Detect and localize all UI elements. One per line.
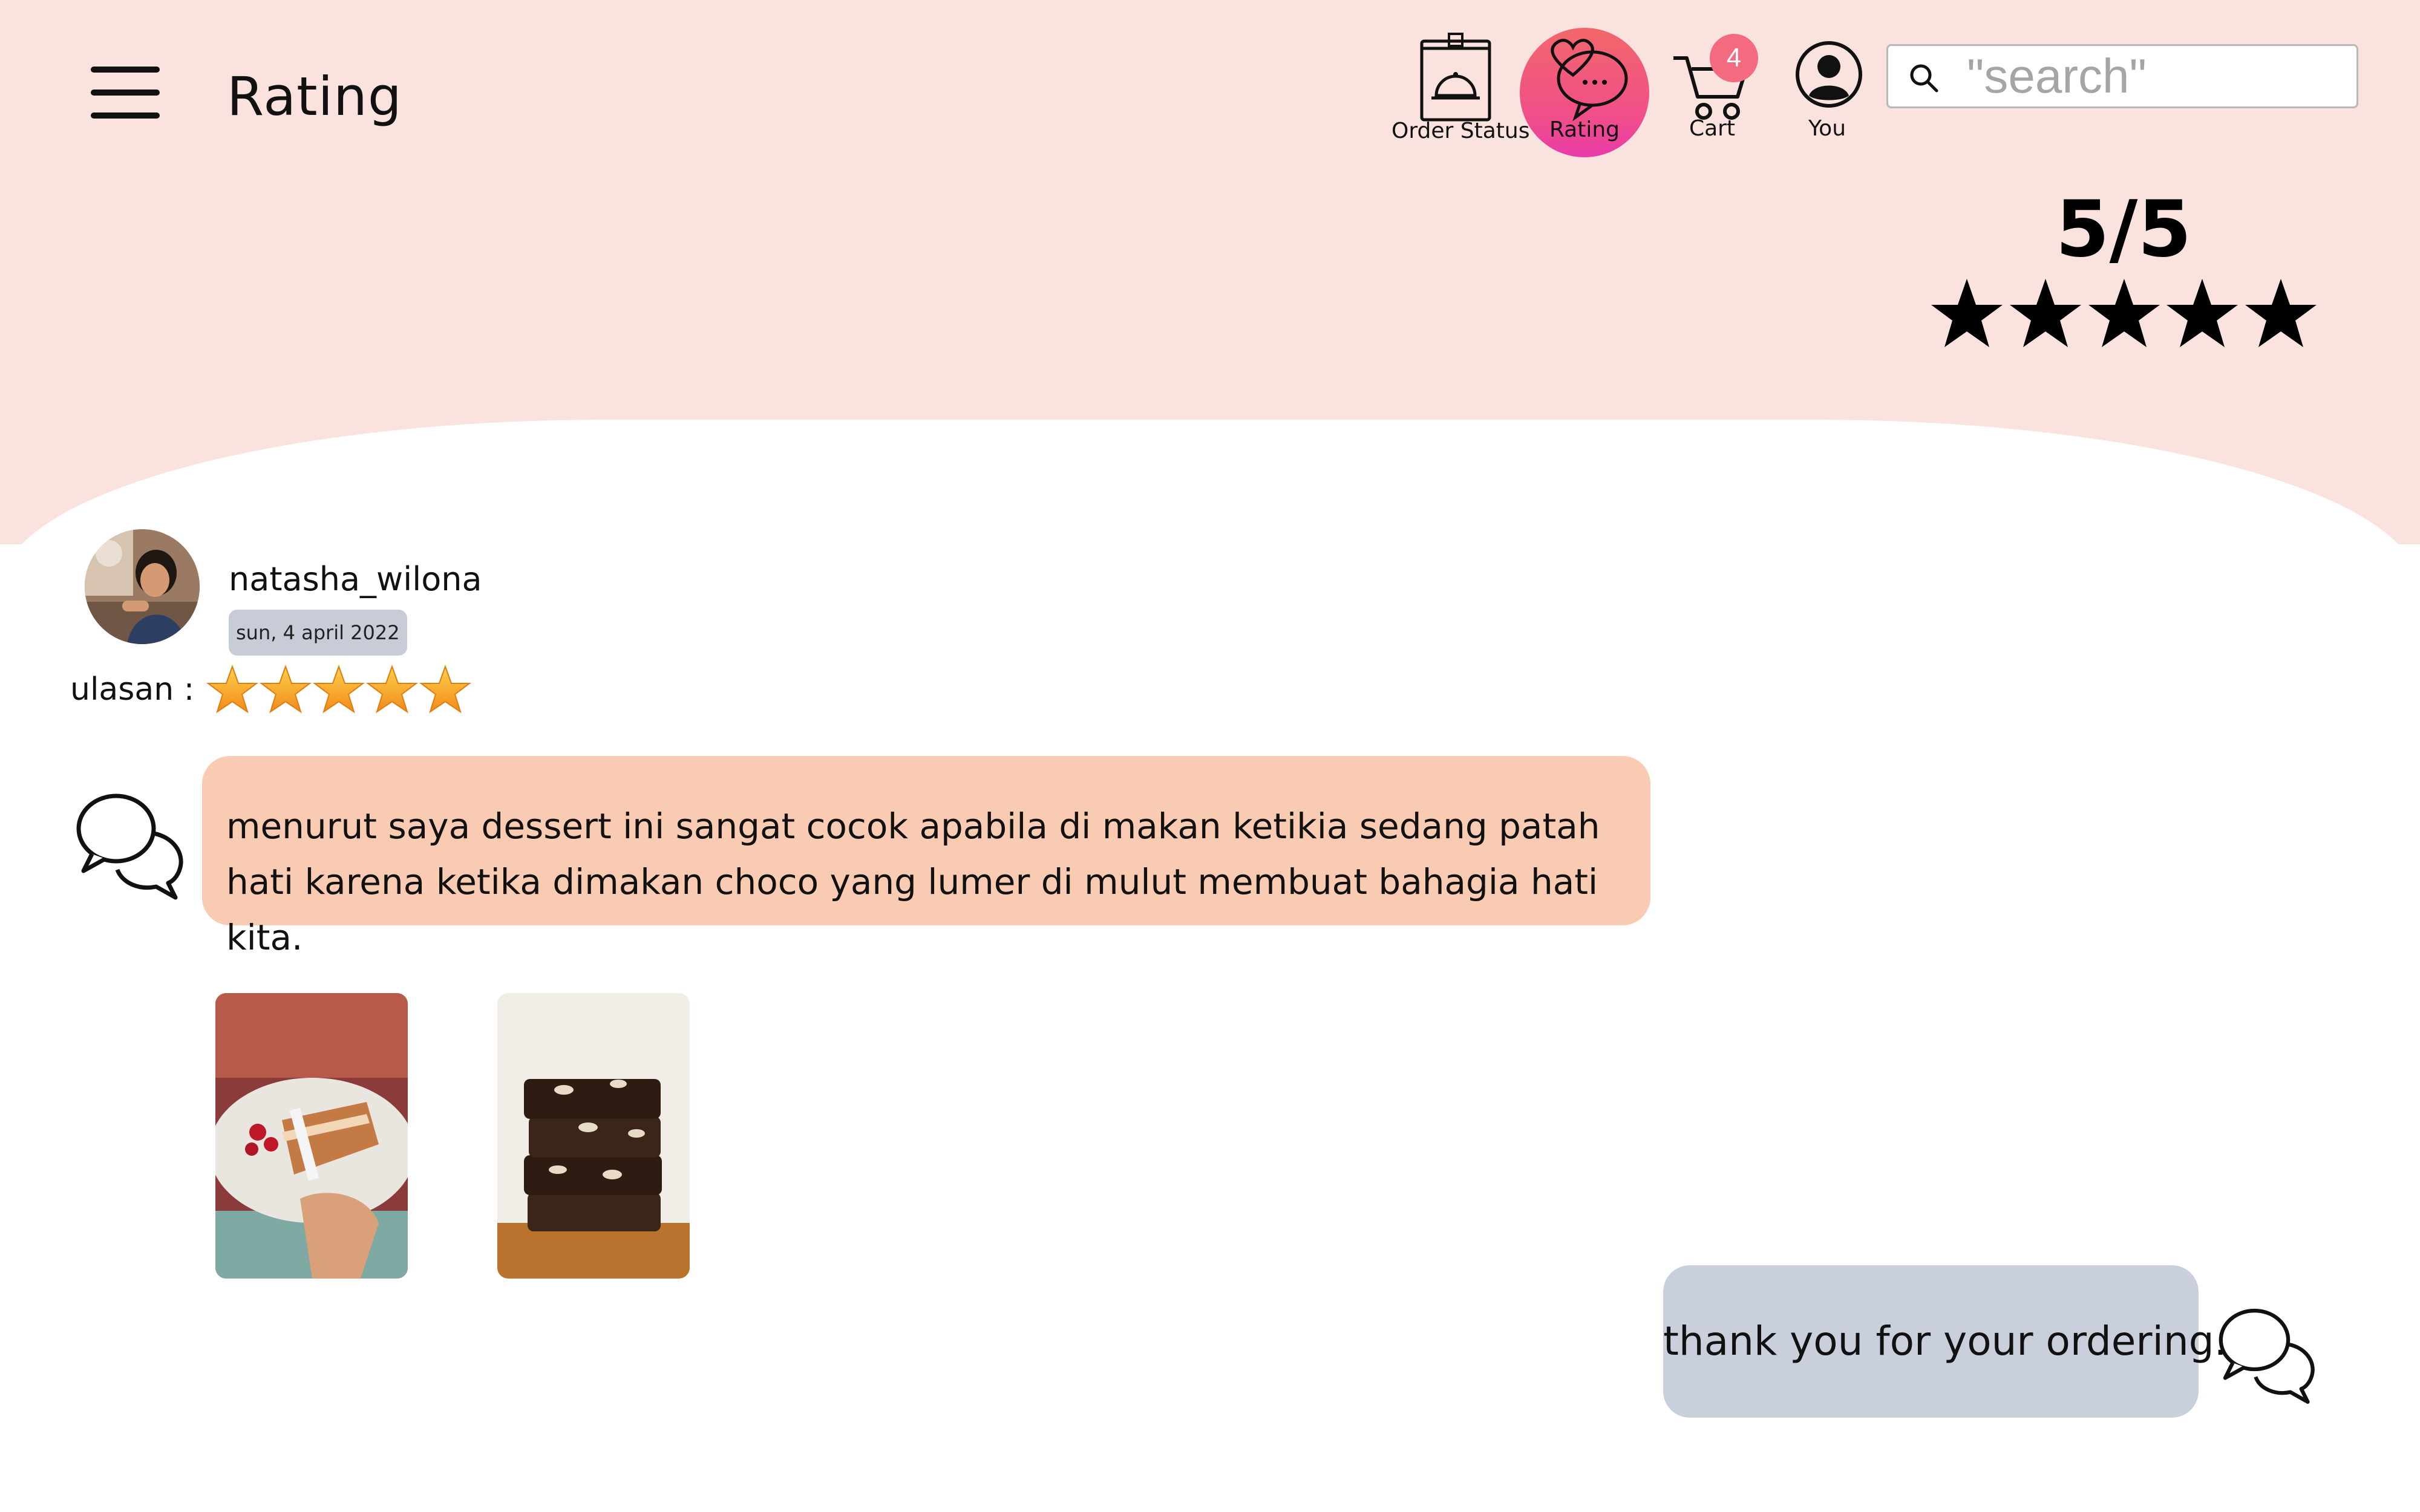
star-icon bbox=[419, 665, 471, 714]
star-icon bbox=[1931, 279, 2003, 347]
star-icon bbox=[206, 665, 258, 714]
chat-bubbles-icon bbox=[76, 793, 183, 900]
nav-label-you: You bbox=[1808, 116, 1846, 141]
search-bar[interactable] bbox=[1886, 44, 2358, 108]
reply-text: thank you for your ordering. bbox=[1663, 1265, 2227, 1418]
summary-stars bbox=[1928, 276, 2321, 354]
star-icon bbox=[366, 665, 418, 714]
order-bag-icon bbox=[1420, 33, 1491, 122]
cart-count-badge: 4 bbox=[1710, 34, 1758, 82]
search-icon bbox=[1910, 64, 1938, 93]
nav-rating[interactable]: Rating bbox=[1520, 28, 1649, 157]
rating-score: 5/5 bbox=[2055, 184, 2192, 275]
star-icon bbox=[2167, 279, 2238, 347]
page-title: Rating bbox=[227, 65, 402, 128]
reviewer-username: natasha_wilona bbox=[229, 560, 482, 598]
review-stars bbox=[206, 664, 472, 720]
star-icon bbox=[260, 665, 312, 714]
review-photo-dessert[interactable] bbox=[215, 993, 408, 1279]
review-label: ulasan : bbox=[70, 671, 195, 708]
user-circle-icon bbox=[1796, 41, 1862, 108]
star-icon bbox=[2088, 279, 2160, 347]
star-icon bbox=[2010, 279, 2081, 347]
avatar[interactable] bbox=[85, 529, 200, 644]
review-photo-brownie[interactable] bbox=[497, 993, 690, 1279]
nav-label-cart: Cart bbox=[1689, 116, 1736, 141]
review-date: sun, 4 april 2022 bbox=[229, 610, 407, 656]
search-input[interactable] bbox=[1967, 53, 2342, 99]
nav-order-status[interactable]: Order Status bbox=[1392, 24, 1530, 151]
nav-label-rating: Rating bbox=[1549, 117, 1620, 142]
star-icon bbox=[313, 665, 365, 714]
nav-you[interactable]: You bbox=[1785, 24, 1869, 151]
menu-icon[interactable] bbox=[91, 67, 163, 119]
star-icon bbox=[2245, 279, 2317, 347]
review-text: menurut saya dessert ini sangat cocok ap… bbox=[202, 756, 1650, 958]
heart-chat-icon bbox=[1551, 39, 1628, 121]
chat-bubbles-icon bbox=[2219, 1308, 2315, 1404]
nav-label-order-status: Order Status bbox=[1392, 119, 1530, 143]
